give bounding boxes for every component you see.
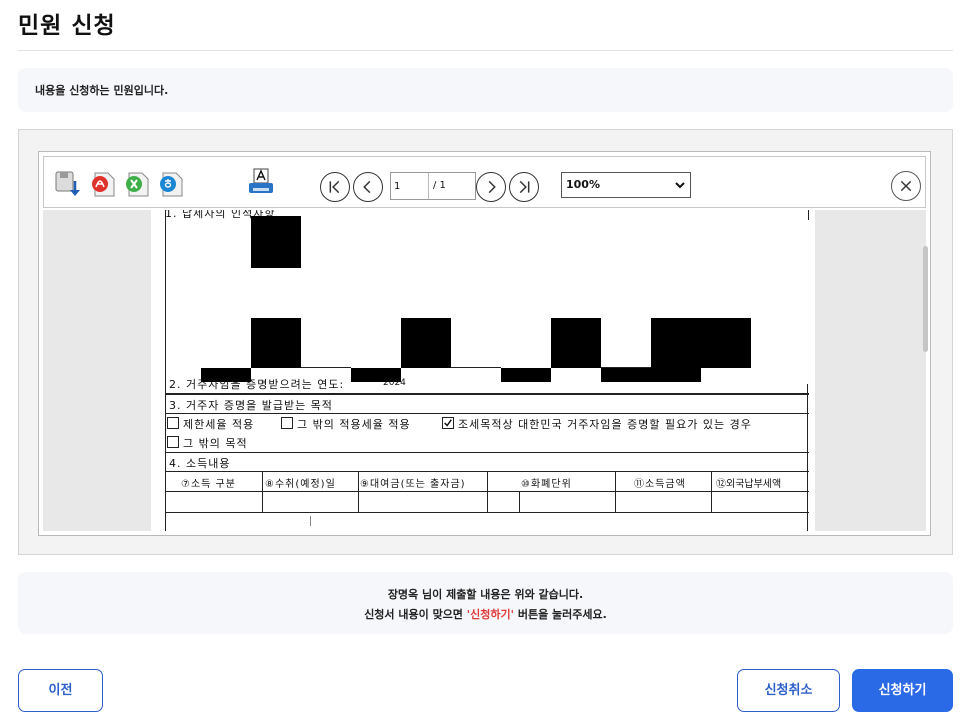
next-page-button[interactable] bbox=[476, 172, 506, 202]
redaction-block bbox=[651, 318, 751, 368]
redaction-block bbox=[401, 318, 451, 368]
document-page: 1. 납세자의 인적사항 2. 거주자임을 증명받으려는 연도: 2024 3.… bbox=[151, 210, 815, 531]
first-page-button[interactable] bbox=[320, 172, 350, 202]
prev-button[interactable]: 이전 bbox=[18, 669, 103, 712]
income-column-header: ⑩화폐단위 bbox=[521, 479, 572, 490]
zoom-select[interactable]: 100% bbox=[561, 172, 691, 198]
redaction-block bbox=[551, 318, 601, 368]
section2-year: 2024 bbox=[383, 378, 406, 388]
form-right-border-top bbox=[808, 210, 809, 220]
hwp-export-icon[interactable] bbox=[156, 169, 186, 199]
viewer-toolbar: / 1 100% bbox=[43, 156, 926, 208]
confirm-highlight: '신청하기' bbox=[466, 608, 514, 621]
form-right-border bbox=[807, 384, 808, 531]
purpose-option-label: 그 밖의 목적 bbox=[183, 437, 248, 450]
pdf-export-icon[interactable] bbox=[88, 169, 118, 199]
form-line bbox=[358, 471, 359, 512]
checkbox-purpose-1 bbox=[167, 417, 179, 429]
print-icon[interactable] bbox=[246, 167, 276, 197]
checkbox-purpose-4 bbox=[167, 436, 179, 448]
form-line bbox=[487, 471, 488, 512]
purpose-option-label: 제한세율 적용 bbox=[183, 418, 255, 431]
cancel-application-button[interactable]: 신청취소 bbox=[737, 669, 840, 712]
form-left-border bbox=[165, 210, 166, 531]
document-viewer-frame: / 1 100% 1. 납세자의 인적사항 bbox=[18, 129, 953, 555]
form-line bbox=[711, 471, 712, 512]
title-divider bbox=[18, 50, 953, 51]
checkbox-purpose-2 bbox=[281, 417, 293, 429]
checkbox-purpose-3-checked bbox=[442, 417, 454, 429]
info-box: 내용을 신청하는 민원입니다. bbox=[18, 68, 953, 112]
document-scroll-area[interactable]: 1. 납세자의 인적사항 2. 거주자임을 증명받으려는 연도: 2024 3.… bbox=[43, 210, 926, 531]
confirm-line-2-before: 신청서 내용이 맞으면 bbox=[364, 608, 463, 621]
form-line bbox=[601, 367, 651, 368]
page-total: / 1 bbox=[433, 180, 446, 191]
form-line bbox=[262, 471, 263, 512]
page-number-input[interactable] bbox=[391, 173, 429, 199]
income-column-header: ⑨대여금(또는 출자금) bbox=[360, 479, 466, 490]
page-indicator: / 1 bbox=[390, 172, 476, 200]
info-text: 내용을 신청하는 민원입니다. bbox=[35, 84, 169, 97]
last-page-button[interactable] bbox=[509, 172, 539, 202]
form-line bbox=[451, 367, 501, 368]
redaction-block bbox=[251, 216, 301, 268]
form-line bbox=[615, 471, 616, 512]
page-title: 민원 신청 bbox=[18, 13, 116, 39]
confirm-line-1: 장명옥 님이 제출할 내용은 위와 같습니다. bbox=[387, 588, 584, 601]
close-viewer-button[interactable] bbox=[891, 171, 921, 201]
document-viewer: / 1 100% 1. 납세자의 인적사항 bbox=[38, 151, 931, 536]
excel-export-icon[interactable] bbox=[122, 169, 152, 199]
form-line bbox=[310, 516, 311, 526]
confirm-line-2-after: 버튼을 눌러주세요. bbox=[517, 608, 607, 621]
form-line bbox=[165, 512, 809, 513]
form-line bbox=[301, 367, 351, 368]
section3-title: 3. 거주자 증명을 발급받는 목적 bbox=[169, 399, 333, 412]
chevron-down-icon bbox=[674, 179, 686, 191]
prev-page-button[interactable] bbox=[353, 172, 383, 202]
confirm-line-2: 신청서 내용이 맞으면 '신청하기' 버튼을 눌러주세요. bbox=[18, 605, 953, 625]
redaction-block bbox=[251, 318, 301, 368]
form-line bbox=[165, 393, 809, 395]
confirm-message-box: 장명옥 님이 제출할 내용은 위와 같습니다. 신청서 내용이 맞으면 '신청하… bbox=[18, 572, 953, 634]
purpose-option-label: 그 밖의 적용세율 적용 bbox=[297, 418, 411, 431]
section4-title: 4. 소득내용 bbox=[169, 457, 231, 470]
section2-title: 2. 거주자임을 증명받으려는 연도: bbox=[169, 378, 345, 391]
zoom-value: 100% bbox=[566, 178, 600, 191]
income-column-header: ⑧수취(예정)일 bbox=[265, 479, 336, 490]
redaction-block bbox=[601, 368, 701, 382]
form-line bbox=[165, 413, 809, 414]
income-column-header: ⑦소득 구분 bbox=[181, 479, 236, 490]
submit-application-button[interactable]: 신청하기 bbox=[852, 669, 953, 712]
redaction-block bbox=[501, 368, 551, 382]
income-column-header: ⑫외국납부세액 bbox=[716, 479, 782, 490]
checkmark-icon bbox=[444, 419, 452, 427]
form-line bbox=[165, 452, 809, 453]
income-column-header: ⑪소득금액 bbox=[634, 479, 686, 490]
viewer-scrollbar[interactable] bbox=[923, 246, 928, 352]
form-line bbox=[519, 491, 520, 512]
save-download-icon[interactable] bbox=[53, 169, 83, 199]
purpose-option-label: 조세목적상 대한민국 거주자임을 증명할 필요가 있는 경우 bbox=[458, 418, 752, 431]
